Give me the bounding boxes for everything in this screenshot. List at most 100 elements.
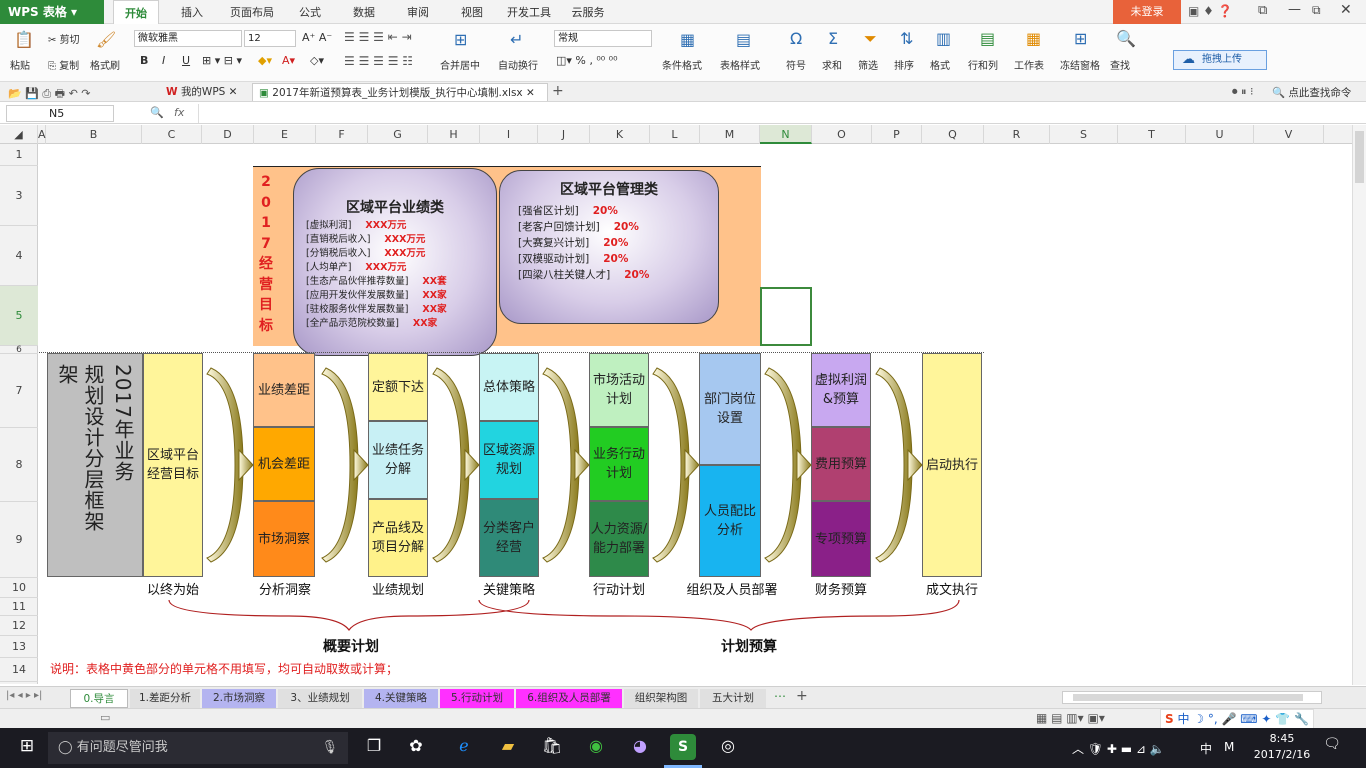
- underline-button[interactable]: U: [182, 54, 190, 67]
- tab-current-file[interactable]: ▣ 2017年新道预算表_业务计划模版_执行中心填制.xlsx ✕: [252, 83, 548, 101]
- row-12[interactable]: 12: [0, 616, 38, 636]
- col-A[interactable]: A: [38, 125, 46, 144]
- freeze-label[interactable]: 冻结窗格: [1060, 57, 1100, 72]
- windows-start-icon[interactable]: ⊞: [16, 736, 38, 756]
- skin-icon[interactable]: ▣ ♦ ❓: [1188, 4, 1233, 18]
- copy-button[interactable]: ⎘ 复制: [48, 57, 79, 72]
- wrap-text-label[interactable]: 自动换行: [498, 57, 538, 72]
- ime-toolbar[interactable]: S 中 ☽ °, 🎤 ⌨ ✦ 👕 🔧: [1160, 709, 1314, 729]
- row-4[interactable]: 4: [0, 226, 38, 286]
- row-13[interactable]: 13: [0, 636, 38, 658]
- align-left-icons[interactable]: ☰ ☰ ☰ ☰ ☷: [344, 54, 413, 68]
- format-painter-label[interactable]: 格式刷: [90, 57, 120, 72]
- col-R[interactable]: R: [984, 125, 1050, 144]
- ime-mode-indicator[interactable]: M: [1224, 740, 1234, 754]
- row-3[interactable]: 3: [0, 166, 38, 226]
- select-all-corner[interactable]: ◢: [0, 125, 38, 144]
- col-U[interactable]: U: [1186, 125, 1254, 144]
- tab-insert[interactable]: 插入: [170, 0, 214, 24]
- merge-center-label[interactable]: 合并居中: [440, 57, 480, 72]
- sort-icon[interactable]: ⇅: [900, 29, 913, 48]
- app-menu-button[interactable]: WPS 表格 ▾: [0, 0, 104, 24]
- sheet-tab-0[interactable]: 0.导言: [70, 689, 128, 708]
- wrap-text-icon[interactable]: ↵: [510, 30, 523, 49]
- paste-label[interactable]: 粘贴: [10, 57, 30, 72]
- sheet-tab-5[interactable]: 5.行动计划: [440, 689, 514, 708]
- worksheet-icon[interactable]: ▦: [1026, 29, 1041, 48]
- font-size-select[interactable]: 12: [244, 30, 296, 47]
- task-view-icon[interactable]: ❐: [362, 736, 386, 755]
- col-J[interactable]: J: [538, 125, 590, 144]
- tab-my-wps[interactable]: W 我的WPS ✕: [160, 83, 250, 101]
- conditional-format-icon[interactable]: ▦: [680, 30, 695, 49]
- close-icon[interactable]: ✕: [1340, 2, 1352, 18]
- percent-icons[interactable]: ◫▾ % ‚ ⁰⁰ ⁰⁰: [556, 54, 618, 67]
- quick-access-icons[interactable]: 📂 💾 ⎙ 🖶 ↶ ↷: [8, 85, 91, 104]
- bold-button[interactable]: B: [140, 54, 148, 67]
- edge-browser-icon[interactable]: ℯ: [452, 736, 476, 755]
- window-restore-icon[interactable]: ⧉: [1258, 3, 1267, 18]
- freeze-icon[interactable]: ⊞: [1074, 29, 1087, 48]
- row-10[interactable]: 10: [0, 578, 38, 598]
- filter-icon[interactable]: ⏷: [864, 29, 877, 49]
- tab-review[interactable]: 审阅: [398, 0, 438, 24]
- find-label[interactable]: 查找: [1110, 57, 1130, 72]
- col-N[interactable]: N: [760, 125, 812, 144]
- sheet-tab-3[interactable]: 3、业绩规划: [278, 689, 362, 708]
- notification-icon[interactable]: 🗨: [1322, 736, 1342, 752]
- col-M[interactable]: M: [700, 125, 760, 144]
- row-5[interactable]: 5: [0, 286, 38, 346]
- tab-bar-icons[interactable]: ⏺ ⏸ ⁝: [1232, 85, 1254, 99]
- merge-center-icon[interactable]: ⊞: [454, 30, 467, 49]
- camera-app-icon[interactable]: ◎: [716, 736, 740, 755]
- tab-view[interactable]: 视图: [452, 0, 492, 24]
- browser-360-icon[interactable]: ◉: [584, 736, 608, 755]
- border-icon[interactable]: ⊞ ▾ ⊟ ▾: [202, 54, 242, 67]
- find-icon[interactable]: 🔍: [1116, 29, 1136, 48]
- pinwheel-app-icon[interactable]: ✿: [404, 736, 428, 755]
- col-D[interactable]: D: [202, 125, 254, 144]
- ime-indicator[interactable]: 中: [1200, 740, 1212, 757]
- command-search[interactable]: 🔍 点此查找命令: [1272, 85, 1351, 100]
- minimize-icon[interactable]: —: [1288, 2, 1301, 17]
- upload-button[interactable]: ☁ 拖拽上传: [1173, 50, 1267, 70]
- scroll-thumb[interactable]: [1355, 131, 1364, 183]
- row-11[interactable]: 11: [0, 598, 38, 616]
- sheet-tab-7[interactable]: 组织架构图: [624, 689, 698, 708]
- table-style-icon[interactable]: ▤: [736, 30, 751, 49]
- row-6[interactable]: 6: [0, 346, 38, 355]
- col-K[interactable]: K: [590, 125, 650, 144]
- clear-format-icon[interactable]: ◇▾: [310, 54, 324, 67]
- row-1[interactable]: 1: [0, 144, 38, 166]
- system-tray-icons[interactable]: ︿ 🛡 ✚ ▬ ⊿ 🔈: [1072, 740, 1165, 757]
- login-button[interactable]: 未登录: [1113, 0, 1181, 24]
- row-col-icon[interactable]: ▤: [980, 29, 995, 48]
- font-select[interactable]: 微软雅黑: [134, 30, 242, 47]
- file-explorer-icon[interactable]: ▰: [496, 736, 520, 755]
- col-L[interactable]: L: [650, 125, 700, 144]
- col-T[interactable]: T: [1118, 125, 1186, 144]
- conditional-format-label[interactable]: 条件格式: [662, 57, 702, 72]
- row-7[interactable]: 7: [0, 354, 38, 428]
- media-app-icon[interactable]: ◕: [628, 736, 652, 755]
- tab-formula[interactable]: 公式: [290, 0, 330, 24]
- paste-icon[interactable]: 📋: [14, 30, 34, 49]
- col-E[interactable]: E: [254, 125, 316, 144]
- sum-icon[interactable]: Σ: [828, 29, 838, 48]
- grow-font-icon[interactable]: A⁺ A⁻: [302, 31, 332, 44]
- col-B[interactable]: B: [46, 125, 142, 144]
- sheet-tab-2[interactable]: 2.市场洞察: [202, 689, 276, 708]
- col-I[interactable]: I: [480, 125, 538, 144]
- filter-label[interactable]: 筛选: [858, 57, 878, 72]
- row-col-label[interactable]: 行和列: [968, 57, 998, 72]
- italic-button[interactable]: I: [162, 54, 165, 67]
- maximize-icon[interactable]: ⧉: [1312, 3, 1321, 18]
- symbol-icon[interactable]: Ω: [790, 29, 802, 48]
- add-sheet-icon[interactable]: +: [796, 688, 808, 704]
- col-C[interactable]: C: [142, 125, 202, 144]
- zoom-icon[interactable]: 🔍: [150, 106, 164, 119]
- cut-button[interactable]: ✂ 剪切: [48, 31, 80, 46]
- row-9[interactable]: 9: [0, 502, 38, 578]
- col-Q[interactable]: Q: [922, 125, 984, 144]
- row-14[interactable]: 14: [0, 658, 38, 682]
